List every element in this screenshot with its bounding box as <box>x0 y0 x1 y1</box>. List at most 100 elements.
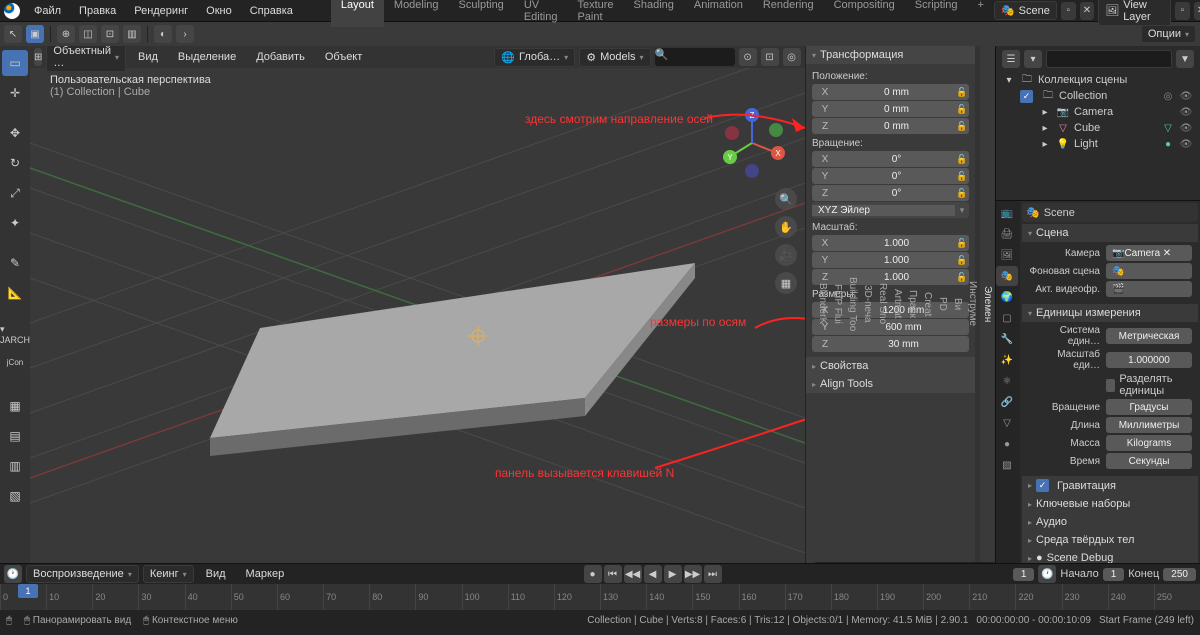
time-field[interactable]: Секунды <box>1106 453 1192 469</box>
viewlayer-dropdown[interactable]: 🖼View Layer <box>1098 0 1171 26</box>
tool-transform-icon[interactable]: ✦ <box>2 210 28 236</box>
tl-jump-end-icon[interactable]: ⏭ <box>704 565 722 583</box>
outliner-type-icon[interactable]: ☰ <box>1002 50 1020 68</box>
tool-annotate-icon[interactable]: ✎ <box>2 250 28 276</box>
length-field[interactable]: Миллиметры <box>1106 417 1192 433</box>
n-tab-edit[interactable]: Правк <box>905 46 920 563</box>
viewlayer-new-icon[interactable]: ▫ <box>1175 2 1190 20</box>
arrow-icon[interactable]: › <box>176 25 194 43</box>
scene-new-icon[interactable]: ▫ <box>1061 2 1076 20</box>
tool-grid3-icon[interactable]: ▥ <box>2 453 28 479</box>
viewlayer-del-icon[interactable]: ✕ <box>1194 2 1200 20</box>
section-gravity[interactable]: ✓Гравитация <box>1022 476 1198 495</box>
ptab-particle-icon[interactable]: ✨ <box>996 350 1018 370</box>
n-tab-artmat[interactable]: Artmat <box>890 46 905 563</box>
manipulate-icon[interactable]: ◫ <box>79 25 97 43</box>
ptab-physics-icon[interactable]: ⚛ <box>996 371 1018 391</box>
mode-dropdown[interactable]: Объектный …▾ <box>46 46 126 72</box>
tool-scale-icon[interactable]: ⤢ <box>2 180 28 206</box>
tool-jcon-icon[interactable]: jCon <box>2 349 28 375</box>
scene-dropdown[interactable]: 🎭Scene <box>994 1 1057 20</box>
workspace-shading[interactable]: Shading <box>624 0 684 27</box>
n-tab-blenderkit[interactable]: BlenderK <box>815 46 830 563</box>
viewport-canvas[interactable] <box>30 68 805 563</box>
tool-grid4-icon[interactable]: ▧ <box>2 483 28 509</box>
zoom-icon[interactable]: 🔍 <box>775 188 797 210</box>
section-rigidbody[interactable]: Среда твёрдых тел <box>1022 531 1198 549</box>
start-frame-field[interactable]: 1 <box>1103 568 1125 581</box>
tl-prev-key-icon[interactable]: ◀◀ <box>624 565 642 583</box>
blender-logo-icon[interactable] <box>4 3 20 19</box>
propedit-icon[interactable]: ◎ <box>783 48 801 66</box>
menu-file[interactable]: Файл <box>26 2 69 20</box>
workspace-animation[interactable]: Animation <box>684 0 753 27</box>
section-scene[interactable]: Сцена <box>1022 224 1198 242</box>
tool-measure-icon[interactable]: 📐 <box>2 280 28 306</box>
pan-icon[interactable]: ✋ <box>775 216 797 238</box>
n-tab-pd[interactable]: PD <box>935 46 950 563</box>
tree-light[interactable]: ▸💡Light●👁 <box>1002 136 1194 152</box>
funnel-icon[interactable]: ▼ <box>1176 50 1194 68</box>
section-keysets[interactable]: Ключевые наборы <box>1022 495 1198 513</box>
outliner-filter-icon[interactable]: ▾ <box>1024 50 1042 68</box>
pivot-icon[interactable]: ⊙ <box>739 48 757 66</box>
tl-jump-start-icon[interactable]: ⏮ <box>604 565 622 583</box>
mirror-icon[interactable]: ▥ <box>123 25 141 43</box>
tl-autokey-icon[interactable]: ● <box>584 565 602 583</box>
tl-clock-icon[interactable]: 🕐 <box>1038 565 1056 583</box>
tl-next-key-icon[interactable]: ▶▶ <box>684 565 702 583</box>
workspace-layout[interactable]: Layout <box>331 0 384 27</box>
tl-marker-menu[interactable]: Маркер <box>238 565 293 583</box>
workspace-rendering[interactable]: Rendering <box>753 0 824 27</box>
ptab-material-icon[interactable]: ● <box>996 434 1018 454</box>
perspective-icon[interactable]: ▦ <box>775 272 797 294</box>
viewport[interactable]: ⊞ Объектный …▾ Вид Выделение Добавить Об… <box>30 46 805 563</box>
ptab-scene-icon[interactable]: 🎭 <box>996 266 1018 286</box>
nav-gizmo[interactable]: X Y Z <box>717 108 787 178</box>
vp-select-menu[interactable]: Выделение <box>170 48 244 66</box>
n-tab-building[interactable]: Building Too <box>845 46 860 563</box>
ptab-world-icon[interactable]: 🌍 <box>996 287 1018 307</box>
camera-field[interactable]: 📷 Camera ✕ <box>1106 245 1192 261</box>
tool-select-box-icon[interactable]: ▣ <box>26 25 44 43</box>
camera-view-icon[interactable]: 🎥 <box>775 244 797 266</box>
section-units[interactable]: Единицы измерения <box>1022 304 1198 322</box>
tool-cursor-icon[interactable]: ✛ <box>2 80 28 106</box>
menu-render[interactable]: Рендеринг <box>126 2 196 20</box>
tl-keying-menu[interactable]: Кеинг▾ <box>143 565 194 583</box>
bgscene-field[interactable]: 🎭 <box>1106 263 1192 279</box>
n-tab-realsnow[interactable]: Real Sno <box>875 46 890 563</box>
ptab-modifier-icon[interactable]: 🔧 <box>996 329 1018 349</box>
ptab-constraint-icon[interactable]: 🔗 <box>996 392 1018 412</box>
ptab-texture-icon[interactable]: ▨ <box>996 455 1018 475</box>
origin-icon[interactable]: ⊕ <box>57 25 75 43</box>
rot-field[interactable]: Градусы <box>1106 399 1192 415</box>
ptab-mesh-icon[interactable]: ▽ <box>996 413 1018 433</box>
editor-type-icon[interactable]: ⊞ <box>34 48 42 66</box>
n-tab-item[interactable]: Элемен <box>980 46 995 563</box>
snap-icon[interactable]: ⊡ <box>101 25 119 43</box>
tool-rotate-icon[interactable]: ↻ <box>2 150 28 176</box>
breadcrumb[interactable]: 🎭Scene <box>1022 203 1198 222</box>
xmirror-icon[interactable]: ◐ <box>154 25 172 43</box>
vp-object-menu[interactable]: Объект <box>317 48 370 66</box>
separate-checkbox[interactable] <box>1106 379 1115 392</box>
tool-grid1-icon[interactable]: ▦ <box>2 393 28 419</box>
workspace-sculpting[interactable]: Sculpting <box>449 0 514 27</box>
tool-select-icon[interactable]: ▭ <box>2 50 28 76</box>
menu-help[interactable]: Справка <box>242 2 301 20</box>
models-dropdown[interactable]: ⚙Models▾ <box>579 48 650 67</box>
tool-move-icon[interactable]: ✥ <box>2 120 28 146</box>
n-tab-tool[interactable]: Инструме <box>965 46 980 563</box>
tool-cursor-icon[interactable]: ↖ <box>4 25 22 43</box>
unitscale-field[interactable]: 1.000000 <box>1106 352 1192 368</box>
n-tab-flip[interactable]: FLIP Flui <box>830 46 845 563</box>
ptab-output-icon[interactable]: 🖨 <box>996 224 1018 244</box>
tl-play-icon[interactable]: ▶ <box>664 565 682 583</box>
ptab-render-icon[interactable]: 📺 <box>996 203 1018 223</box>
workspace-scripting[interactable]: Scripting <box>905 0 968 27</box>
menu-edit[interactable]: Правка <box>71 2 124 20</box>
tl-playback-menu[interactable]: Воспроизведение▾ <box>26 565 139 583</box>
clip-field[interactable]: 🎬 <box>1106 281 1192 297</box>
vp-view-menu[interactable]: Вид <box>130 48 166 66</box>
